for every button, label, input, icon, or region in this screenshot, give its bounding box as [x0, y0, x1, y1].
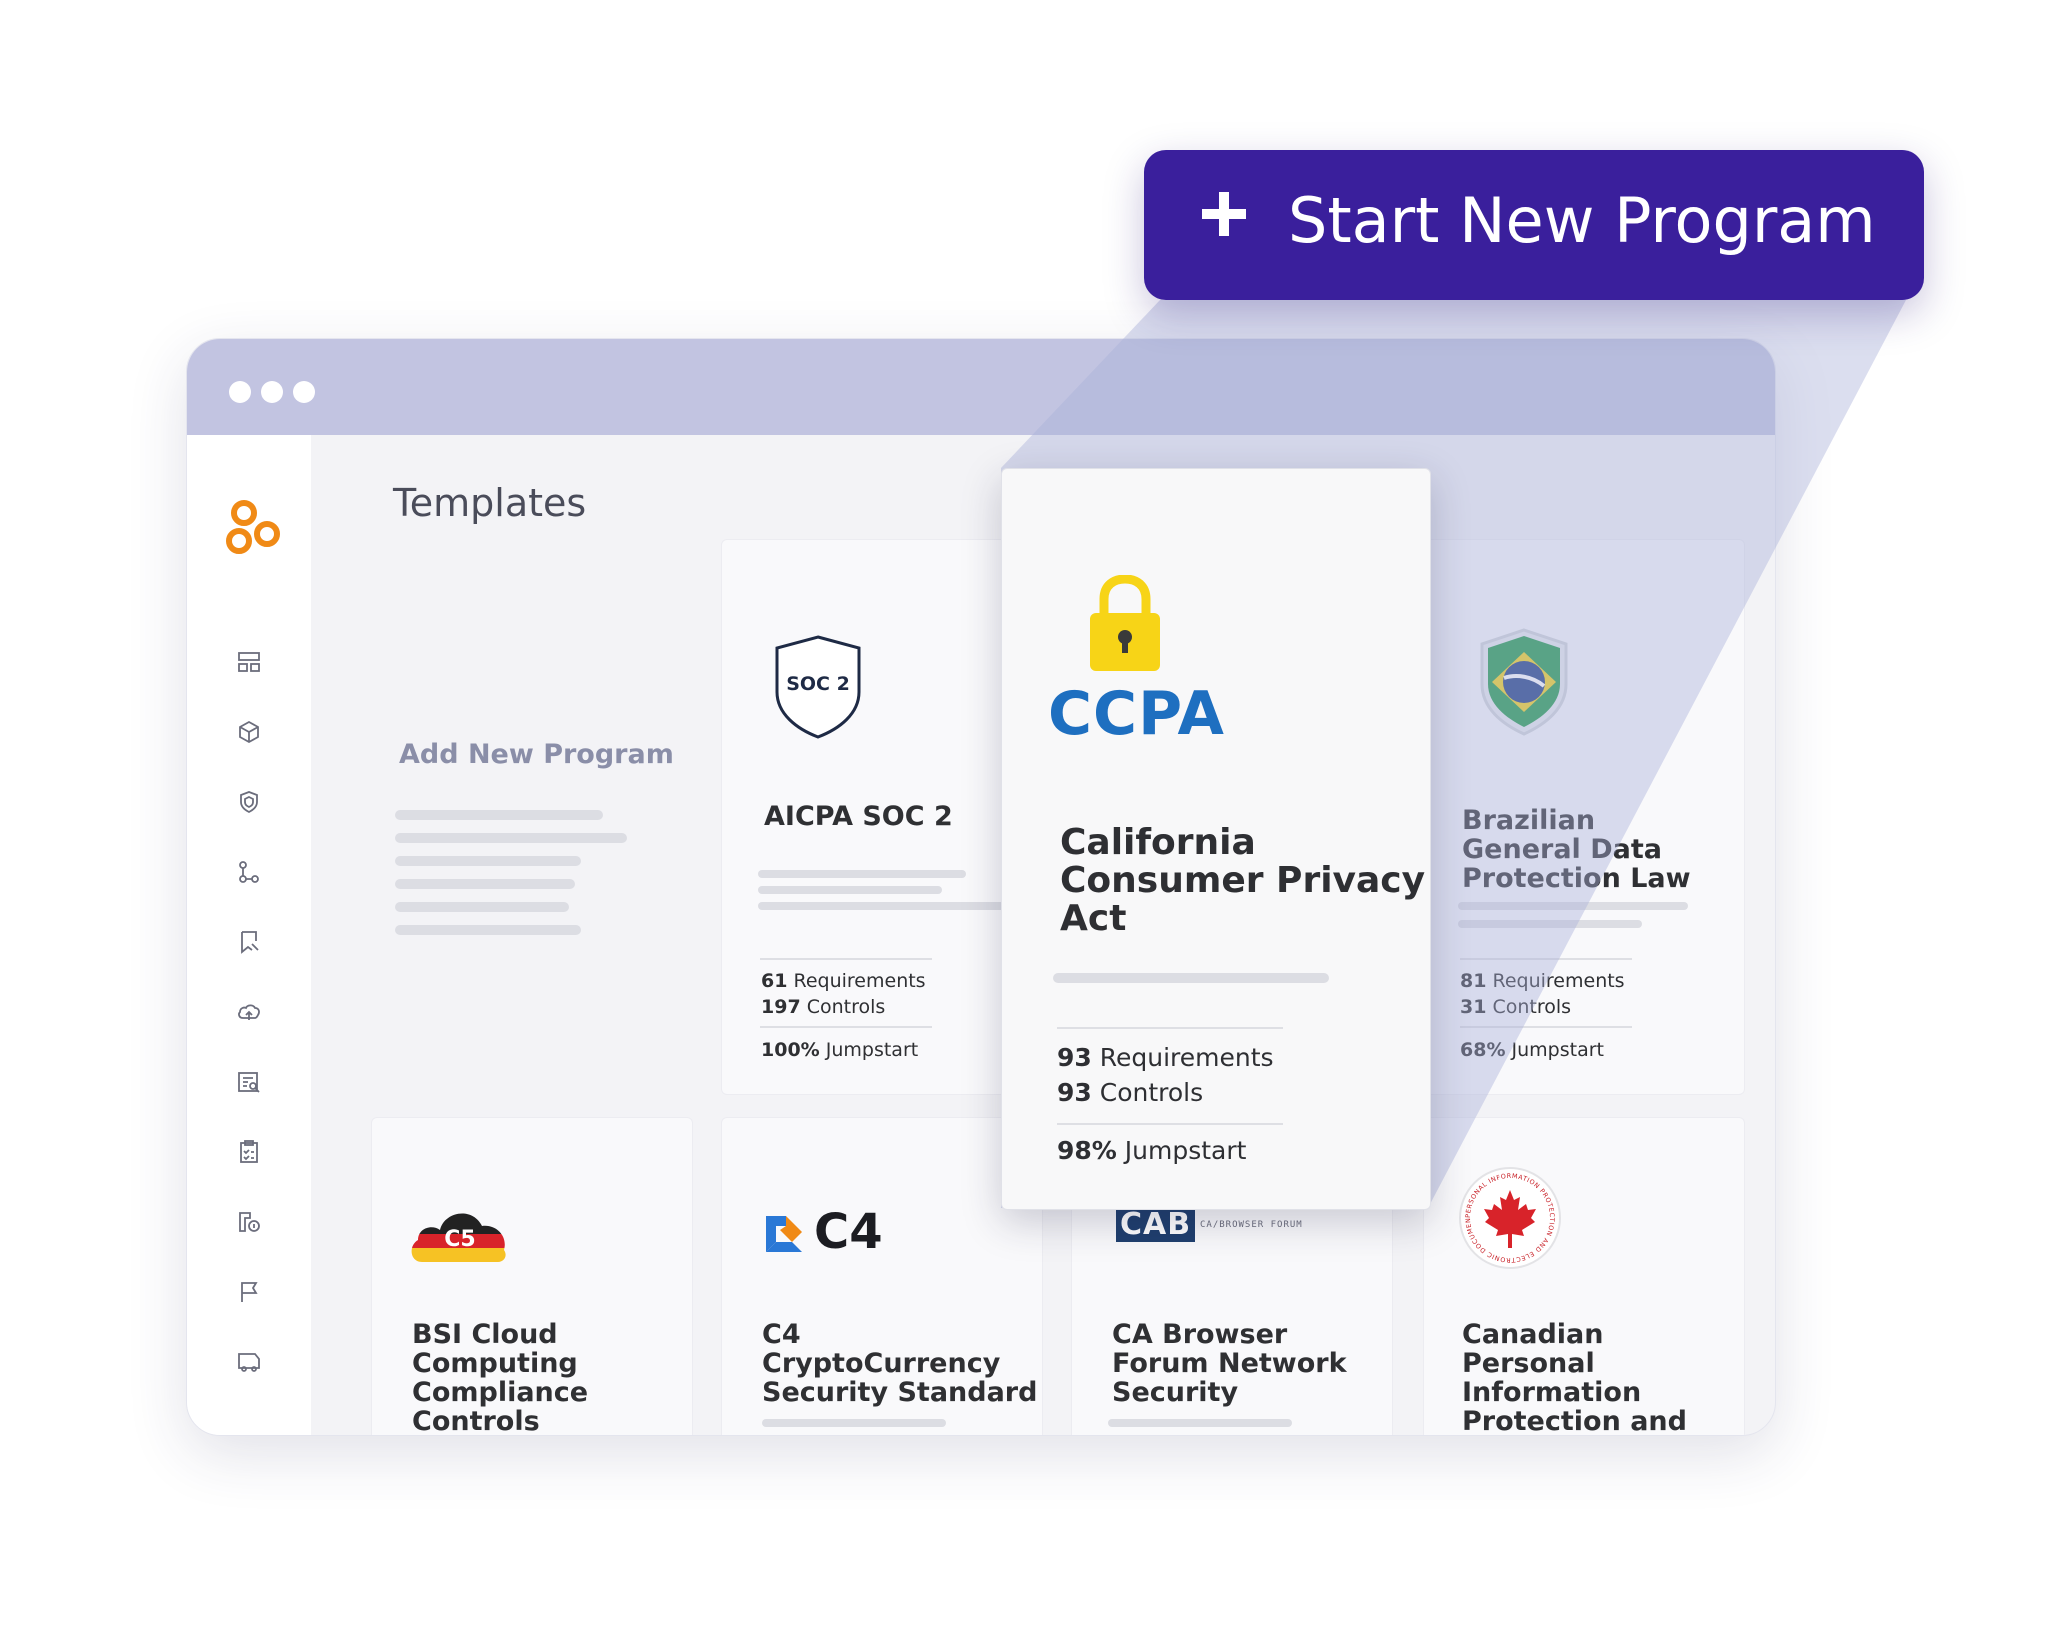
- placeholder-line: [395, 856, 581, 866]
- placeholder-line: [758, 902, 1008, 910]
- clipboard-check-icon[interactable]: [236, 1139, 262, 1165]
- placeholder-line: [395, 833, 627, 843]
- requirements-stat: 61 Requirements: [761, 970, 926, 992]
- divider: [1057, 1123, 1283, 1125]
- controls-stat: 93 Controls: [1057, 1078, 1204, 1107]
- placeholder-line: [395, 810, 603, 820]
- cab-logo: CAB: [1116, 1208, 1196, 1242]
- divider: [760, 1026, 932, 1028]
- placeholder-line: [1053, 973, 1329, 983]
- placeholder-line: [395, 879, 575, 889]
- placeholder-line: [1458, 920, 1642, 928]
- brazil-flag-shield-icon: [1480, 628, 1568, 736]
- placeholder-line: [395, 902, 569, 912]
- c4-logo-mark: [766, 1216, 802, 1252]
- window-titlebar: [187, 339, 1775, 435]
- card-title: Brazilian General Data Protection Law: [1462, 805, 1691, 894]
- cloud-upload-icon[interactable]: [236, 999, 262, 1025]
- jumpstart-stat: 98% Jumpstart: [1057, 1136, 1247, 1165]
- add-new-program-link[interactable]: Add New Program: [399, 739, 674, 770]
- soc2-badge-icon: SOC 2: [775, 635, 861, 739]
- requirements-stat: 93 Requirements: [1057, 1043, 1274, 1072]
- window-dot: [229, 381, 251, 403]
- controls-stat: 197 Controls: [761, 996, 886, 1018]
- vendor-icon[interactable]: [236, 1209, 262, 1235]
- placeholder-line: [758, 870, 966, 878]
- placeholder-line: [758, 886, 942, 894]
- padlock-icon: [1090, 575, 1160, 671]
- placeholder-line: [1458, 902, 1688, 910]
- divider: [1460, 958, 1632, 960]
- start-new-program-button[interactable]: Start New Program: [1144, 150, 1924, 300]
- card-title: AICPA SOC 2: [764, 801, 953, 832]
- cab-logo-subtitle: CA/BROWSER FORUM: [1200, 1220, 1303, 1230]
- dashboard-icon[interactable]: [236, 649, 262, 675]
- divider: [1057, 1027, 1283, 1029]
- c4-logo-text: C4: [814, 1204, 883, 1260]
- browser-window: Templates Add New Program SOC 2 AICPA SO…: [186, 338, 1776, 1436]
- requirements-stat: 81 Requirements: [1460, 970, 1625, 992]
- card-title: BSI Cloud Computing Compliance Controls: [412, 1319, 589, 1436]
- jumpstart-stat: 68% Jumpstart: [1460, 1039, 1604, 1061]
- template-card-canada-pipeda[interactable]: PERSONAL INFORMATION PROTECTION AND ELEC…: [1423, 1117, 1745, 1436]
- sidebar: [187, 435, 311, 1435]
- template-card-c4[interactable]: C4 C4 CryptoCurrency Security Standard: [721, 1117, 1043, 1435]
- card-title: CA Browser Forum Network Security: [1112, 1319, 1347, 1408]
- bookmark-icon[interactable]: [236, 929, 262, 955]
- window-dot: [293, 381, 315, 403]
- template-card-bsi-c5[interactable]: C5 BSI Cloud Computing Compliance Contro…: [371, 1117, 693, 1436]
- workflow-icon[interactable]: [236, 859, 262, 885]
- ccpa-logo-text: CCPA: [1048, 679, 1225, 749]
- divider: [1460, 1026, 1632, 1028]
- cube-icon[interactable]: [236, 719, 262, 745]
- controls-stat: 31 Controls: [1460, 996, 1572, 1018]
- flag-icon[interactable]: [236, 1279, 262, 1305]
- bsi-c5-cloud-logo: C5: [411, 1213, 506, 1262]
- report-search-icon[interactable]: [236, 1069, 262, 1095]
- template-card-brazil-lgpd[interactable]: Brazilian General Data Protection Law 81…: [1423, 539, 1745, 1095]
- card-title: C4 CryptoCurrency Security Standard: [762, 1319, 1038, 1408]
- placeholder-line: [762, 1419, 946, 1427]
- c5-logo-text: C5: [444, 1227, 475, 1252]
- window-dot: [261, 381, 283, 403]
- card-title: Canadian Personal Information Protection…: [1462, 1319, 1687, 1436]
- soc2-badge-text: SOC 2: [786, 673, 850, 695]
- brand-logo[interactable]: [225, 497, 285, 559]
- placeholder-line: [1108, 1419, 1292, 1427]
- placeholder-line: [395, 925, 581, 935]
- template-card-ccpa[interactable]: CCPA California Consumer Privacy Act 93 …: [1001, 468, 1431, 1210]
- page-title: Templates: [393, 481, 587, 525]
- truck-icon[interactable]: [236, 1349, 262, 1375]
- plus-icon: [1202, 192, 1246, 236]
- start-new-program-label: Start New Program: [1288, 184, 1876, 257]
- canada-maple-leaf-seal: PERSONAL INFORMATION PROTECTION AND ELEC…: [1456, 1164, 1561, 1269]
- shield-icon[interactable]: [236, 789, 262, 815]
- card-title: California Consumer Privacy Act: [1060, 822, 1426, 939]
- divider: [760, 958, 932, 960]
- jumpstart-stat: 100% Jumpstart: [761, 1039, 919, 1061]
